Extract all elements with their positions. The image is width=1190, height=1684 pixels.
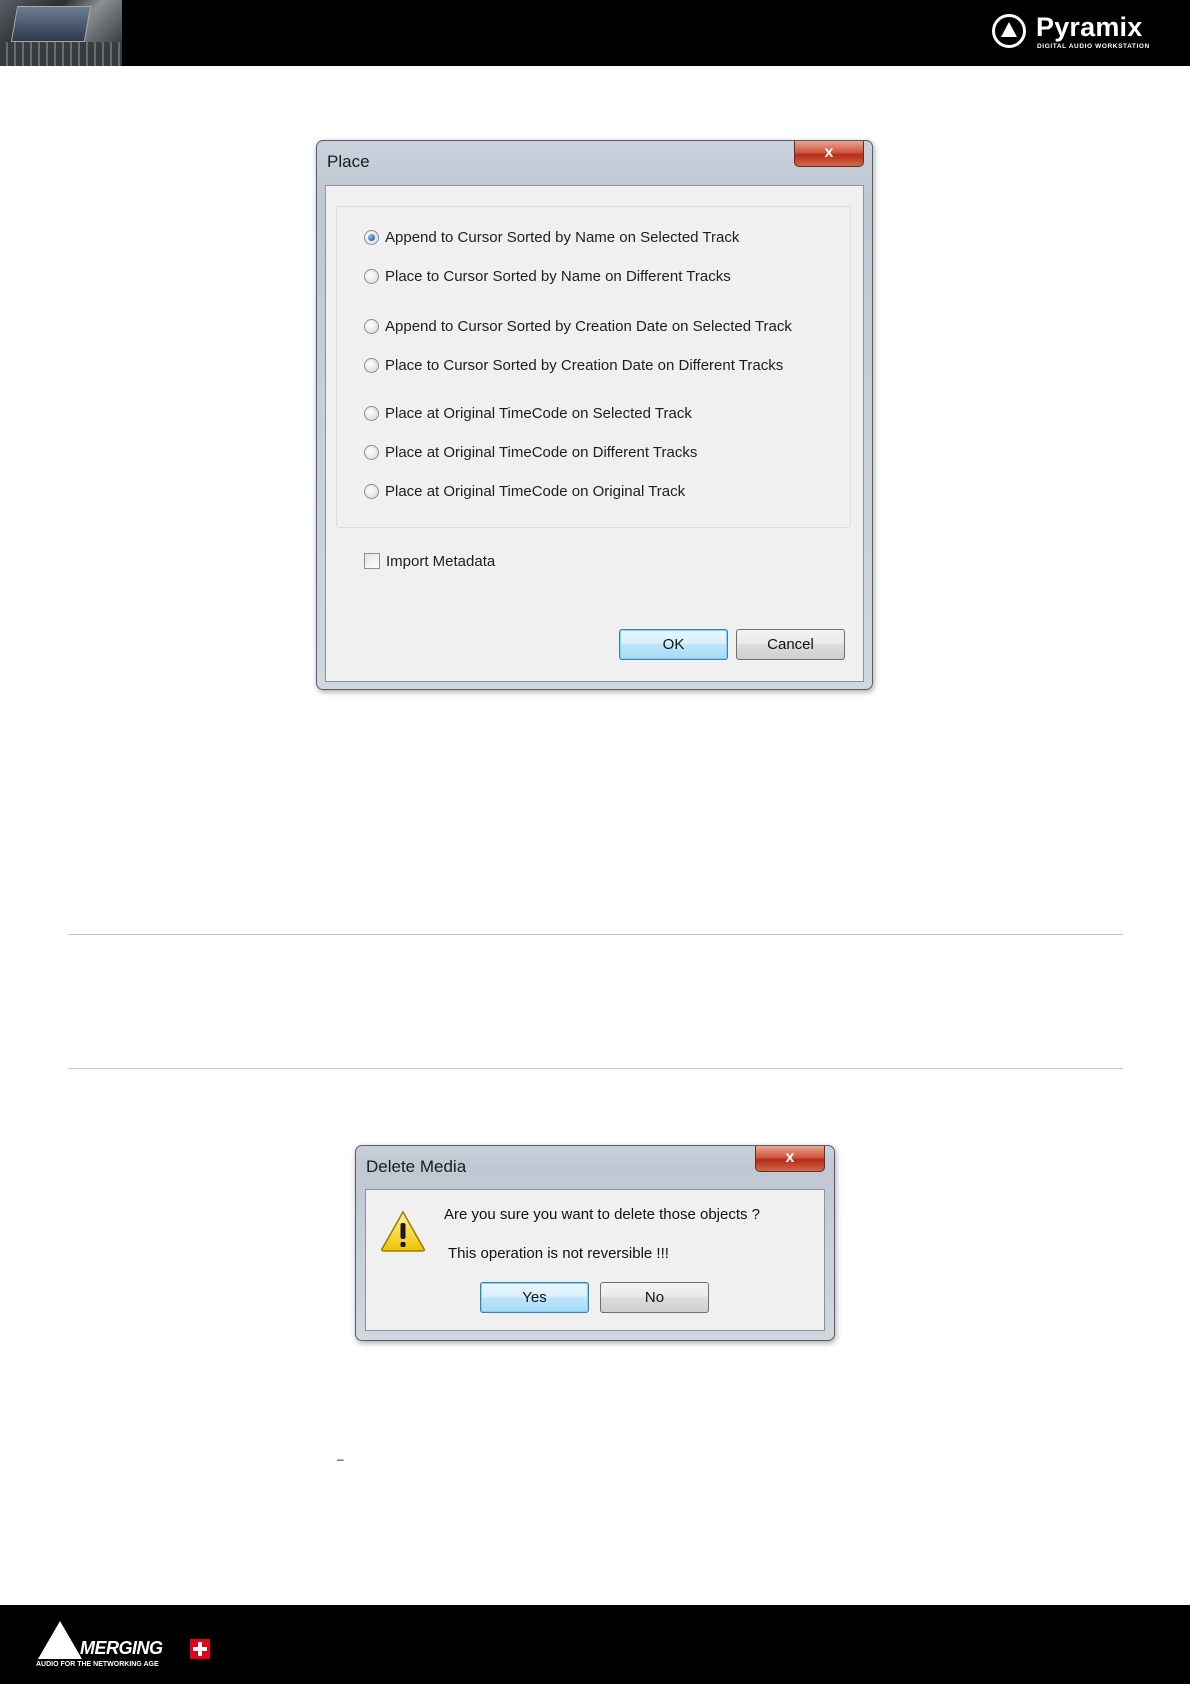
option-label: Place to Cursor Sorted by Creation Date … [385,356,784,374]
import-metadata-checkbox[interactable] [364,553,380,569]
radio-button[interactable] [364,405,379,421]
option-place-name-different[interactable]: Place to Cursor Sorted by Name on Differ… [364,265,731,287]
delete-dialog-body: Are you sure you want to delete those ob… [365,1189,825,1331]
option-label: Place to Cursor Sorted by Name on Differ… [385,267,731,285]
pyramix-triangle-logo-icon [992,14,1026,48]
option-timecode-different[interactable]: Place at Original TimeCode on Different … [364,441,697,463]
radio-button[interactable] [364,268,379,284]
section-divider-bottom [68,1068,1123,1069]
place-dialog-body: Append to Cursor Sorted by Name on Selec… [325,185,864,682]
merging-logo: MERGING AUDIO FOR THE NETWORKING AGE [36,1621,222,1673]
radio-button[interactable] [364,483,379,499]
close-icon: x [824,144,834,161]
warning-icon [381,1210,425,1252]
radio-button[interactable] [364,318,379,334]
delete-media-dialog: Delete Media x Are you sure you want to … [355,1145,835,1341]
brand-name: Pyramix [1036,12,1143,42]
delete-dialog-title: Delete Media [366,1157,467,1176]
import-metadata-label: Import Metadata [386,552,496,570]
radio-button[interactable] [364,357,379,373]
merging-triangle-icon [38,1621,82,1659]
studio-console-photo [0,0,122,66]
swiss-cross-icon [190,1639,210,1659]
delete-dialog-close-button[interactable]: x [755,1146,825,1172]
option-label: Append to Cursor Sorted by Name on Selec… [385,228,740,246]
option-label: Place at Original TimeCode on Different … [385,443,698,461]
option-append-date-selected[interactable]: Append to Cursor Sorted by Creation Date… [364,315,792,337]
place-dialog-close-button[interactable]: x [794,141,864,167]
photo-screen [10,6,92,42]
close-icon: x [785,1149,795,1166]
ok-button[interactable]: OK [619,629,728,660]
import-metadata-checkbox-row[interactable]: Import Metadata [364,550,495,572]
section-divider-top [68,934,1123,935]
brand-subtitle: DIGITAL AUDIO WORKSTATION [1037,43,1150,50]
option-append-name-selected[interactable]: Append to Cursor Sorted by Name on Selec… [364,226,739,248]
option-label: Place at Original TimeCode on Original T… [385,482,686,500]
stray-dash-mark: – [337,1452,344,1466]
page-header: Pyramix DIGITAL AUDIO WORKSTATION [0,0,1190,66]
option-timecode-selected[interactable]: Place at Original TimeCode on Selected T… [364,402,692,424]
place-dialog: Place x Append to Cursor Sorted by Name … [316,140,873,690]
delete-warning-message: This operation is not reversible !!! [448,1245,669,1262]
merging-brand-name: MERGING [80,1638,163,1658]
delete-confirmation-message: Are you sure you want to delete those ob… [444,1206,761,1223]
option-place-date-different[interactable]: Place to Cursor Sorted by Creation Date … [364,354,783,376]
place-dialog-title: Place [327,152,370,171]
yes-button[interactable]: Yes [480,1282,589,1313]
option-label: Place at Original TimeCode on Selected T… [385,404,692,422]
no-button[interactable]: No [600,1282,709,1313]
option-timecode-original[interactable]: Place at Original TimeCode on Original T… [364,480,685,502]
radio-button[interactable] [364,444,379,460]
merging-tagline: AUDIO FOR THE NETWORKING AGE [36,1661,159,1668]
cancel-button[interactable]: Cancel [736,629,845,660]
pyramix-brand: Pyramix DIGITAL AUDIO WORKSTATION [992,10,1172,56]
option-label: Append to Cursor Sorted by Creation Date… [385,317,792,335]
photo-desk [0,42,122,66]
page-footer: MERGING AUDIO FOR THE NETWORKING AGE [0,1605,1190,1684]
radio-button[interactable] [364,229,379,245]
